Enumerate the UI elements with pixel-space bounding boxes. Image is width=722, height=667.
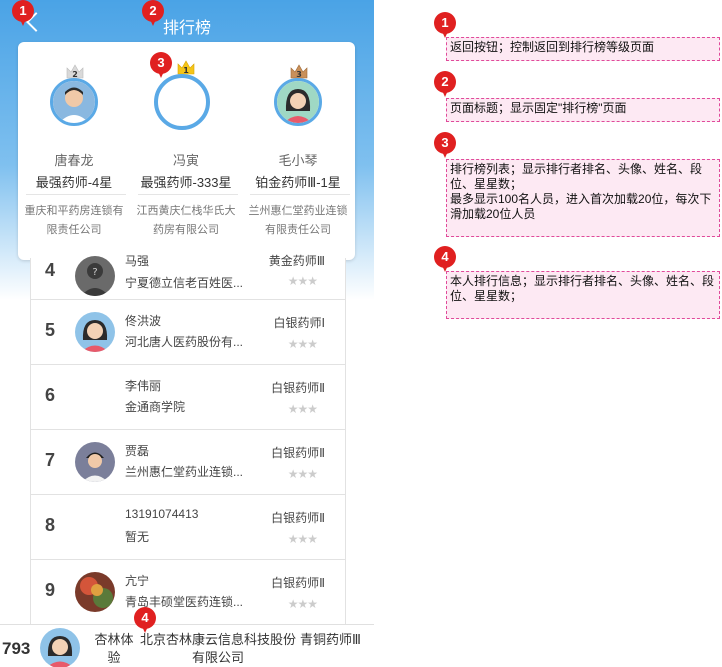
podium-name: 冯寅 (172, 153, 199, 168)
my-name: 杏林体验 (94, 632, 134, 665)
avatar (274, 78, 322, 126)
annotation-marker-2: 2 (142, 0, 164, 26)
user-level: 白银药师Ⅱ (271, 576, 325, 590)
ranking-list[interactable]: 4 ? 马强 宁夏德立信老百姓医... 黄金药师Ⅲ ★★★ 5 佟洪波 河北唐人… (30, 254, 346, 625)
my-company: 北京杏林康云信息科技股份有限公司 (139, 632, 296, 665)
star-rating-icon: ★★★ (287, 402, 318, 416)
avatar (50, 78, 98, 126)
list-item[interactable]: 6 李伟丽 金通商学院 白银药师Ⅱ ★★★ (30, 365, 346, 430)
list-item[interactable]: 8 13191074413 暂无 白银药师Ⅱ ★★★ (30, 495, 346, 560)
list-item[interactable]: 4 ? 马强 宁夏德立信老百姓医... 黄金药师Ⅲ ★★★ (30, 254, 346, 300)
page-title: 排行榜 (162, 20, 211, 37)
my-rank-bar[interactable]: 793 杏林体验 北京杏林康云信息科技股份有限公司 青铜药师Ⅲ (0, 624, 374, 667)
podium-company: 重庆和平药房连锁有限责任公司 (24, 205, 124, 236)
note-marker-1: 1 (434, 12, 456, 38)
user-company: 宁夏德立信老百姓医... (125, 276, 244, 290)
avatar (40, 628, 80, 667)
divider (26, 194, 126, 195)
user-level: 白银药师Ⅱ (271, 381, 325, 395)
avatar (75, 312, 115, 352)
user-name: 13191074413 (125, 507, 199, 521)
user-name: 李伟丽 (125, 379, 162, 393)
user-level: 白银药师Ⅱ (271, 446, 325, 460)
list-item[interactable]: 7 贾磊 兰州惠仁堂药业连锁... 白银药师Ⅱ ★★★ (30, 430, 346, 495)
avatar (154, 74, 210, 130)
mobile-screen: 排行榜 2 唐春龙 最强药师-4星 重庆和平药房连锁有限责任公司 1 冯寅 最强… (0, 0, 374, 667)
list-item[interactable]: 5 佟洪波 河北唐人医药股份有... 白银药师Ⅰ ★★★ (30, 300, 346, 365)
note-marker-3: 3 (434, 132, 456, 158)
top-three-podium: 2 唐春龙 最强药师-4星 重庆和平药房连锁有限责任公司 1 冯寅 最强药师-3… (18, 42, 355, 260)
podium-name: 毛小琴 (278, 153, 318, 168)
rank-number: 5 (44, 320, 55, 340)
user-level: 白银药师Ⅰ (273, 316, 325, 330)
podium-company: 兰州惠仁堂药业连锁有限责任公司 (248, 205, 348, 236)
user-name: 马强 (125, 254, 150, 268)
star-rating-icon: ★★★ (287, 337, 318, 351)
star-rating-icon: ★★★ (287, 274, 318, 288)
user-level: 白银药师Ⅱ (271, 511, 325, 525)
annotation-marker-1: 1 (12, 0, 34, 26)
note-my-rank: 本人排行信息；显示排行者排名、头像、姓名、段位、星星数； (446, 271, 720, 319)
divider (138, 194, 238, 195)
rank-number: 7 (44, 450, 55, 470)
my-level: 青铜药师Ⅲ (300, 632, 361, 647)
note-back-button: 返回按钮；控制返回到排行榜等级页面 (446, 37, 720, 61)
user-name: 贾磊 (125, 444, 150, 458)
user-name: 亢宁 (125, 574, 150, 588)
my-rank-number: 793 (2, 639, 31, 658)
annotation-marker-3: 3 (150, 52, 172, 78)
note-page-title: 页面标题；显示固定"排行榜"页面 (446, 98, 720, 122)
avatar (75, 442, 115, 482)
rank-number: 9 (44, 580, 55, 600)
avatar: ? (75, 256, 115, 296)
podium-company: 江西黄庆仁栈华氏大药房有限公司 (136, 205, 236, 236)
avatar (75, 572, 115, 612)
user-company: 兰州惠仁堂药业连锁... (125, 465, 244, 479)
note-ranking-list: 排行榜列表；显示排行者排名、头像、姓名、段位、星星数； 最多显示100名人员，进… (446, 159, 720, 237)
rank-number: 8 (44, 515, 55, 535)
podium-name: 唐春龙 (54, 153, 94, 168)
star-rating-icon: ★★★ (287, 532, 318, 546)
podium-level: 铂金药师Ⅲ-1星 (255, 175, 341, 190)
divider (250, 194, 350, 195)
user-level: 黄金药师Ⅲ (268, 254, 325, 268)
star-rating-icon: ★★★ (287, 467, 318, 481)
podium-level: 最强药师-333星 (140, 175, 232, 190)
note-marker-4: 4 (434, 246, 456, 272)
podium-level: 最强药师-4星 (35, 175, 113, 190)
list-item[interactable]: 9 亢宁 青岛丰硕堂医药连锁... 白银药师Ⅱ ★★★ (30, 560, 346, 625)
user-company: 金通商学院 (125, 400, 186, 414)
user-company: 暂无 (125, 530, 150, 544)
annotation-marker-4: 4 (134, 607, 156, 633)
rank-number: 6 (44, 385, 55, 405)
svg-text:?: ? (92, 267, 97, 278)
star-rating-icon: ★★★ (287, 597, 318, 611)
user-name: 佟洪波 (125, 314, 162, 328)
note-marker-2: 2 (434, 71, 456, 97)
rank-number: 4 (44, 260, 55, 280)
user-company: 河北唐人医药股份有... (125, 335, 244, 349)
